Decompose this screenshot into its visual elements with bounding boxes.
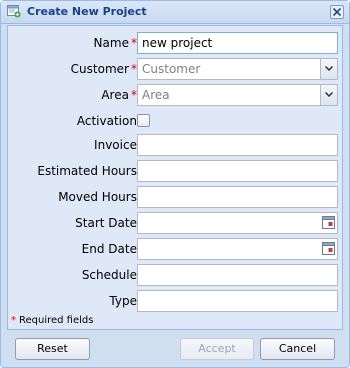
customer-label: Customer*: xyxy=(70,62,141,76)
moved-hours-row: Moved Hours: xyxy=(8,186,344,208)
end-date-label: End Date: xyxy=(81,242,141,256)
invoice-input[interactable] xyxy=(137,134,338,156)
schedule-input[interactable] xyxy=(137,264,338,286)
reset-button[interactable]: Reset xyxy=(15,338,90,360)
end-date-picker-button[interactable] xyxy=(320,239,337,259)
activation-checkbox[interactable] xyxy=(137,114,150,127)
invoice-row: Invoice: xyxy=(8,134,344,156)
cancel-button[interactable]: Cancel xyxy=(260,338,335,360)
window-title: Create New Project xyxy=(27,5,147,18)
name-label: Name*: xyxy=(93,36,141,50)
name-input[interactable]: new project xyxy=(137,32,338,54)
customer-row: Customer*: Customer xyxy=(8,58,344,80)
start-date-input[interactable] xyxy=(137,212,338,234)
area-label: Area*: xyxy=(101,88,141,102)
calendar-icon xyxy=(322,216,335,229)
area-row: Area*: Area xyxy=(8,84,344,106)
customer-dropdown-trigger[interactable] xyxy=(320,59,337,79)
chevron-down-icon xyxy=(325,66,333,71)
customer-combobox[interactable]: Customer xyxy=(137,58,338,80)
estimated-hours-row: Estimated Hours: xyxy=(8,160,344,182)
required-fields-text: Required fields xyxy=(19,315,94,326)
area-placeholder: Area xyxy=(142,88,170,102)
accept-button[interactable]: Accept xyxy=(180,338,254,360)
name-row: Name*: new project xyxy=(8,32,344,54)
moved-hours-label: Moved Hours: xyxy=(58,190,141,204)
window-titlebar[interactable]: Create New Project xyxy=(1,1,349,24)
close-button[interactable] xyxy=(330,5,344,19)
chevron-down-icon xyxy=(325,92,333,97)
calendar-icon xyxy=(322,242,335,255)
customer-placeholder: Customer xyxy=(142,62,201,76)
estimated-hours-input[interactable] xyxy=(137,160,338,182)
activation-label: Activation: xyxy=(76,114,141,128)
schedule-row: Schedule: xyxy=(8,264,344,286)
area-dropdown-trigger[interactable] xyxy=(320,85,337,105)
required-marker: * xyxy=(11,315,16,326)
create-project-window: Create New Project Name*: new project Cu… xyxy=(0,0,350,368)
close-icon xyxy=(333,8,341,16)
end-date-row: End Date: xyxy=(8,238,344,260)
start-date-row: Start Date: xyxy=(8,212,344,234)
type-input[interactable] xyxy=(137,290,338,312)
moved-hours-input[interactable] xyxy=(137,186,338,208)
estimated-hours-label: Estimated Hours: xyxy=(37,164,141,178)
area-combobox[interactable]: Area xyxy=(137,84,338,106)
start-date-label: Start Date: xyxy=(75,216,141,230)
type-row: Type: xyxy=(8,290,344,312)
start-date-picker-button[interactable] xyxy=(320,213,337,233)
schedule-label: Schedule: xyxy=(81,268,141,282)
end-date-input[interactable] xyxy=(137,238,338,260)
invoice-label: Invoice: xyxy=(94,138,141,152)
form-add-icon xyxy=(7,5,21,18)
activation-row: Activation: xyxy=(8,110,344,132)
form-panel: Name*: new project Customer*: Customer A… xyxy=(7,25,343,330)
required-fields-note: * Required fields xyxy=(11,315,93,326)
